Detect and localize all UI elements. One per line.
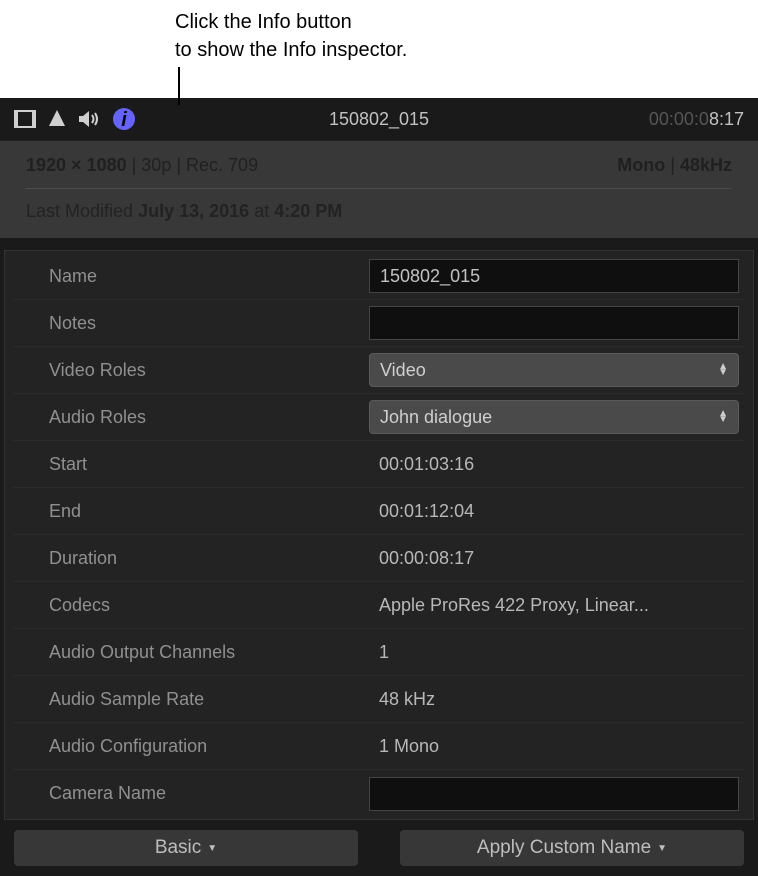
chevron-down-icon: ▼ [207, 843, 217, 854]
callout-annotation: Click the Info button to show the Info i… [0, 0, 758, 98]
video-roles-select[interactable]: Video ▲▼ [369, 353, 739, 387]
timecode-active: 8:17 [709, 109, 744, 129]
chevron-down-icon: ▼ [657, 843, 667, 854]
timecode-faded: 00:00:0 [649, 109, 709, 129]
aconf-label: Audio Configuration [19, 736, 369, 757]
codecs-label: Codecs [19, 595, 369, 616]
aconf-value: 1 Mono [369, 736, 739, 757]
asr-label: Audio Sample Rate [19, 689, 369, 710]
inspector-footer: Basic ▼ Apply Custom Name ▼ [0, 820, 758, 876]
field-end: End 00:01:12:04 [13, 488, 745, 535]
notes-input[interactable] [369, 306, 739, 340]
callout-text-line2: to show the Info inspector. [175, 36, 758, 64]
audio-roles-select[interactable]: John dialogue ▲▼ [369, 400, 739, 434]
info-tab-icon[interactable]: i [112, 107, 136, 131]
field-audio-config: Audio Configuration 1 Mono [13, 723, 745, 770]
end-value: 00:01:12:04 [369, 501, 739, 522]
duration-value: 00:00:08:17 [369, 548, 739, 569]
svg-text:i: i [121, 109, 127, 131]
metadata-fields: Name Notes Video Roles Video ▲▼ Audio Ro… [4, 250, 754, 820]
chevron-updown-icon: ▲▼ [718, 411, 728, 423]
channels-label: Audio Output Channels [19, 642, 369, 663]
start-label: Start [19, 454, 369, 475]
camera-label: Camera Name [19, 783, 369, 804]
start-value: 00:01:03:16 [369, 454, 739, 475]
inspector-tab-bar: i 150802_015 00:00:08:17 [0, 98, 758, 140]
field-camera-name: Camera Name [13, 770, 745, 817]
last-modified-text: Last Modified July 13, 2016 at 4:20 PM [26, 188, 732, 228]
asr-value: 48 kHz [369, 689, 739, 710]
clip-summary-header: 1920 × 1080 | 30p | Rec. 709 Mono | 48kH… [0, 140, 758, 238]
metadata-view-button[interactable]: Basic ▼ [14, 830, 358, 866]
duration-label: Duration [19, 548, 369, 569]
video-format-summary: 1920 × 1080 | 30p | Rec. 709 [26, 155, 258, 176]
audio-format-summary: Mono | 48kHz [617, 155, 732, 176]
callout-text-line1: Click the Info button [175, 8, 758, 36]
name-input[interactable] [369, 259, 739, 293]
field-audio-roles: Audio Roles John dialogue ▲▼ [13, 394, 745, 441]
inspector-panel: i 150802_015 00:00:08:17 1920 × 1080 | 3… [0, 98, 758, 876]
chevron-updown-icon: ▲▼ [718, 364, 728, 376]
field-codecs: Codecs Apple ProRes 422 Proxy, Linear... [13, 582, 745, 629]
field-name: Name [13, 253, 745, 300]
camera-input[interactable] [369, 777, 739, 811]
callout-pointer-line [178, 67, 180, 105]
field-audio-channels: Audio Output Channels 1 [13, 629, 745, 676]
video-roles-label: Video Roles [19, 360, 369, 381]
name-label: Name [19, 266, 369, 287]
video-tab-icon[interactable] [14, 110, 36, 128]
channels-value: 1 [369, 642, 739, 663]
audio-roles-label: Audio Roles [19, 407, 369, 428]
clip-title: 150802_015 [224, 109, 534, 130]
field-video-roles: Video Roles Video ▲▼ [13, 347, 745, 394]
field-duration: Duration 00:00:08:17 [13, 535, 745, 582]
timecode-display: 00:00:08:17 [534, 109, 744, 130]
codecs-value: Apple ProRes 422 Proxy, Linear... [369, 595, 739, 616]
field-notes: Notes [13, 300, 745, 347]
field-start: Start 00:01:03:16 [13, 441, 745, 488]
notes-label: Notes [19, 313, 369, 334]
end-label: End [19, 501, 369, 522]
field-sample-rate: Audio Sample Rate 48 kHz [13, 676, 745, 723]
color-tab-icon[interactable] [48, 109, 66, 129]
audio-tab-icon[interactable] [78, 110, 100, 128]
apply-custom-name-button[interactable]: Apply Custom Name ▼ [400, 830, 744, 866]
